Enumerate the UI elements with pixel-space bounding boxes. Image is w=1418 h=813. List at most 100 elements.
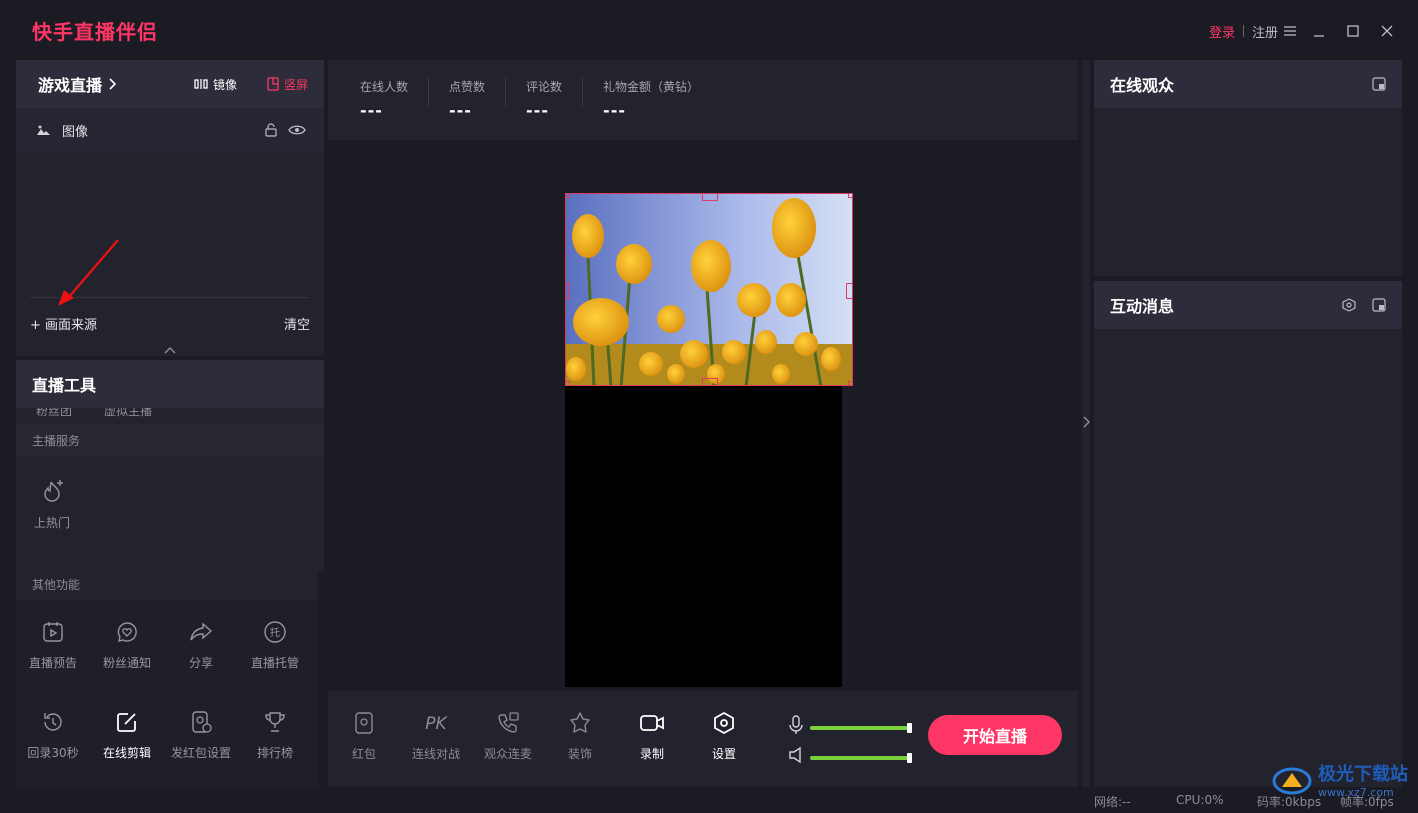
flame-plus-icon	[39, 478, 65, 504]
cpu-status: CPU:0%	[1176, 793, 1224, 807]
redpacket-settings-button[interactable]: 发红包设置	[164, 690, 238, 780]
red-arrow-annotation	[58, 239, 119, 306]
live-type-label: 游戏直播	[38, 76, 103, 95]
portrait-label: 竖屏	[283, 77, 308, 92]
redpacket-settings-icon	[189, 710, 213, 734]
maximize-icon[interactable]	[1336, 20, 1370, 42]
plus-icon: +	[30, 318, 46, 333]
mirror-label: 镜像	[212, 77, 237, 92]
message-settings-icon[interactable]	[1342, 298, 1356, 312]
watermark-text: 极光下载站	[1318, 764, 1408, 785]
replay-icon	[41, 710, 65, 734]
fan-notify-button[interactable]: 粉丝通知	[90, 600, 164, 690]
network-status: 网络:--	[1094, 795, 1131, 809]
portrait-icon	[267, 77, 279, 91]
minimize-icon[interactable]	[1302, 20, 1336, 42]
stat-gifts-value: ---	[603, 101, 626, 120]
trending-button[interactable]: 上热门	[32, 478, 72, 531]
decoration-label: 装饰	[567, 747, 592, 761]
speaker-icon[interactable]	[788, 746, 804, 764]
add-source-button[interactable]: + 画面来源	[30, 314, 97, 333]
divider	[1242, 25, 1244, 37]
mic-volume-knob[interactable]	[907, 723, 912, 733]
chevron-right-icon[interactable]	[1083, 416, 1090, 428]
replay-label: 回录30秒	[27, 745, 79, 760]
online-edit-button[interactable]: 在线剪辑	[90, 690, 164, 780]
close-icon[interactable]	[1370, 20, 1404, 42]
leaderboard-button[interactable]: 排行榜	[238, 690, 312, 780]
stat-comments-value: ---	[526, 101, 549, 120]
start-live-button[interactable]: 开始直播	[928, 715, 1062, 755]
share-button[interactable]: 分享	[164, 600, 238, 690]
stat-online-label: 在线人数	[360, 80, 409, 94]
online-audience-panel: 在线观众	[1094, 60, 1402, 276]
share-label: 分享	[188, 655, 213, 670]
resize-handle[interactable]	[566, 283, 570, 299]
stat-online: 在线人数 ---	[360, 78, 430, 120]
resize-handle[interactable]	[702, 378, 718, 385]
pk-button[interactable]: PK 连线对战	[406, 711, 466, 762]
redpacket-label: 红包	[351, 747, 376, 761]
live-tools-title: 直播工具	[16, 360, 324, 408]
redpacket-button[interactable]: 红包	[334, 711, 394, 762]
portrait-button[interactable]: 竖屏	[267, 76, 308, 93]
watermark: 极光下载站 www.xz7.com	[1272, 760, 1408, 799]
online-edit-label: 在线剪辑	[102, 745, 151, 760]
register-link[interactable]: 注册	[1252, 22, 1278, 41]
status-bar: 网络:-- CPU:0% 码率:0kbps 帧率:0fps	[0, 790, 1418, 813]
tulip-image-source[interactable]	[565, 193, 853, 386]
record-button[interactable]: 录制	[622, 711, 682, 762]
popout-icon[interactable]	[1372, 77, 1386, 91]
other-functions-grid: 直播预告 粉丝通知 分享 托 直播托管 回录30秒 在线剪辑 发红包设置 排行榜	[16, 600, 318, 780]
virtual-host-label[interactable]: 虚拟主播	[104, 408, 152, 419]
mirror-button[interactable]: 镜像	[194, 76, 237, 93]
popout-icon[interactable]	[1372, 298, 1386, 312]
microphone-icon[interactable]	[788, 715, 804, 735]
source-label: 图像	[62, 124, 89, 140]
other-functions-panel: 其他功能 直播预告 粉丝通知 分享 托 直播托管 回录30秒 在线剪辑 发红包设…	[16, 568, 318, 788]
call-icon	[496, 711, 520, 735]
speaker-volume-slider[interactable]	[810, 756, 910, 760]
panel-divider	[1082, 60, 1090, 787]
hosting-button[interactable]: 托 直播托管	[238, 600, 312, 690]
replay-button[interactable]: 回录30秒	[16, 690, 90, 780]
settings-button[interactable]: 设置	[694, 711, 754, 762]
host-service-label: 主播服务	[16, 424, 324, 456]
share-icon	[189, 620, 213, 644]
trophy-icon	[263, 710, 287, 734]
mic-volume-slider[interactable]	[810, 726, 910, 730]
watermark-logo-icon	[1272, 763, 1312, 797]
login-link[interactable]: 登录	[1209, 22, 1235, 41]
menu-icon[interactable]	[1278, 20, 1302, 42]
pk-label: 连线对战	[411, 747, 460, 761]
clear-button[interactable]: 清空	[284, 314, 310, 333]
source-list-empty	[16, 152, 324, 306]
chevron-right-icon	[108, 78, 117, 90]
messages-header: 互动消息	[1094, 281, 1402, 329]
resize-handle[interactable]	[846, 283, 852, 299]
fan-group-label[interactable]: 粉丝团	[36, 408, 72, 419]
svg-text:PK: PK	[425, 714, 448, 734]
audience-call-button[interactable]: 观众连麦	[478, 711, 538, 762]
messages-title: 互动消息	[1110, 297, 1175, 316]
stat-likes-value: ---	[449, 101, 472, 120]
live-tools-panel: 直播工具 粉丝团 虚拟主播 主播服务 上热门	[16, 360, 324, 572]
add-source-label: 画面来源	[45, 318, 98, 333]
collapse-up-icon[interactable]	[164, 347, 176, 354]
live-type-selector[interactable]: 游戏直播	[38, 72, 164, 96]
stat-likes-label: 点赞数	[449, 80, 486, 94]
resize-handle[interactable]	[702, 194, 718, 201]
eye-icon[interactable]	[288, 124, 306, 136]
resize-handle[interactable]	[566, 194, 570, 198]
record-label: 录制	[639, 747, 664, 761]
stats-bar: 在线人数 --- 点赞数 --- 评论数 --- 礼物金额（黄钻） ---	[328, 60, 1078, 140]
source-item[interactable]: 图像	[16, 108, 324, 152]
settings-label: 设置	[711, 747, 736, 761]
unlock-icon[interactable]	[264, 123, 278, 137]
image-icon	[36, 124, 52, 136]
speaker-volume-knob[interactable]	[907, 753, 912, 763]
app-title: 快手直播伴侣	[32, 20, 158, 44]
live-preview-button[interactable]: 直播预告	[16, 600, 90, 690]
watermark-url: www.xz7.com	[1318, 786, 1394, 799]
decoration-button[interactable]: 装饰	[550, 711, 610, 762]
